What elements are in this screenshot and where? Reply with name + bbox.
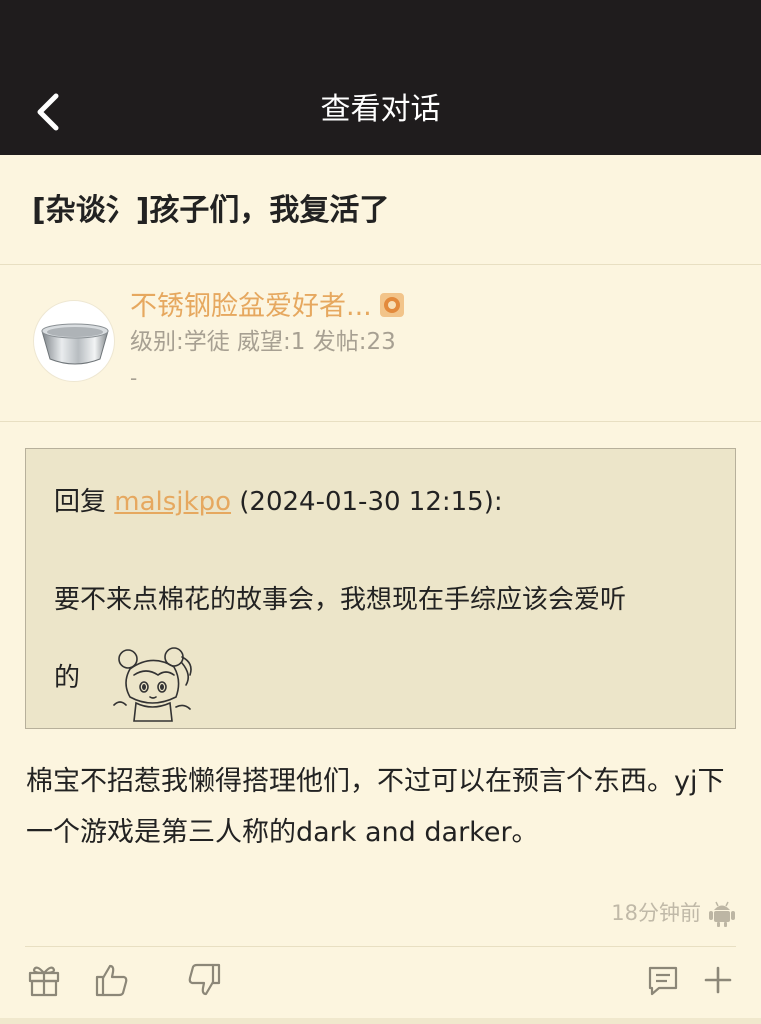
quote-datetime: (2024-01-30 12:15): [239,487,503,517]
page-title: 查看对话 [320,92,441,127]
quote-header: 回复 malsjkpo (2024-01-30 12:15): [54,479,503,525]
downvote-button[interactable] [186,960,222,1000]
steel-basin-avatar-image [41,323,109,365]
upvote-button[interactable] [94,960,130,1000]
thumbs-down-icon [188,963,221,996]
author-name-line[interactable]: 不锈钢脸盆爱好者... [130,288,406,326]
comment-button[interactable] [645,960,681,1000]
android-icon [709,901,735,927]
quote-user-link[interactable]: malsjkpo [114,487,231,517]
quote-box: 回复 malsjkpo (2024-01-30 12:15): 要不来点棉花的故… [25,448,736,729]
post-time: 18分钟前 [611,901,701,925]
plus-icon [704,966,732,994]
anime-sticker-image [113,647,192,722]
quote-body-tail-text: 的 [54,663,81,693]
quote-body: 要不来点棉花的故事会，我想现在手综应该会爱听 [54,585,627,615]
author-signature: - [130,366,138,390]
more-button[interactable] [700,960,736,1000]
avatar[interactable] [33,300,115,382]
thumbs-up-icon [95,964,128,997]
quote-prefix: 回复 [54,487,107,517]
divider [25,946,736,947]
comment-icon [648,966,678,996]
post-body: 棉宝不招惹我懒得搭理他们，不过可以在预言个东西。yj下一个游戏是第三人称的dar… [26,766,725,848]
thread-title: [杂谈氵]孩子们，我复活了 [32,193,390,228]
badge-icon [378,291,406,319]
gift-button[interactable] [26,960,62,1000]
author-meta: 级别:学徒 威望:1 发帖:23 [130,329,396,355]
gift-icon [28,966,60,997]
top-navigation-bar: 查看对话 [0,0,761,155]
bottom-edge [0,1018,761,1024]
author-name[interactable]: 不锈钢脸盆爱好者... [130,291,372,322]
